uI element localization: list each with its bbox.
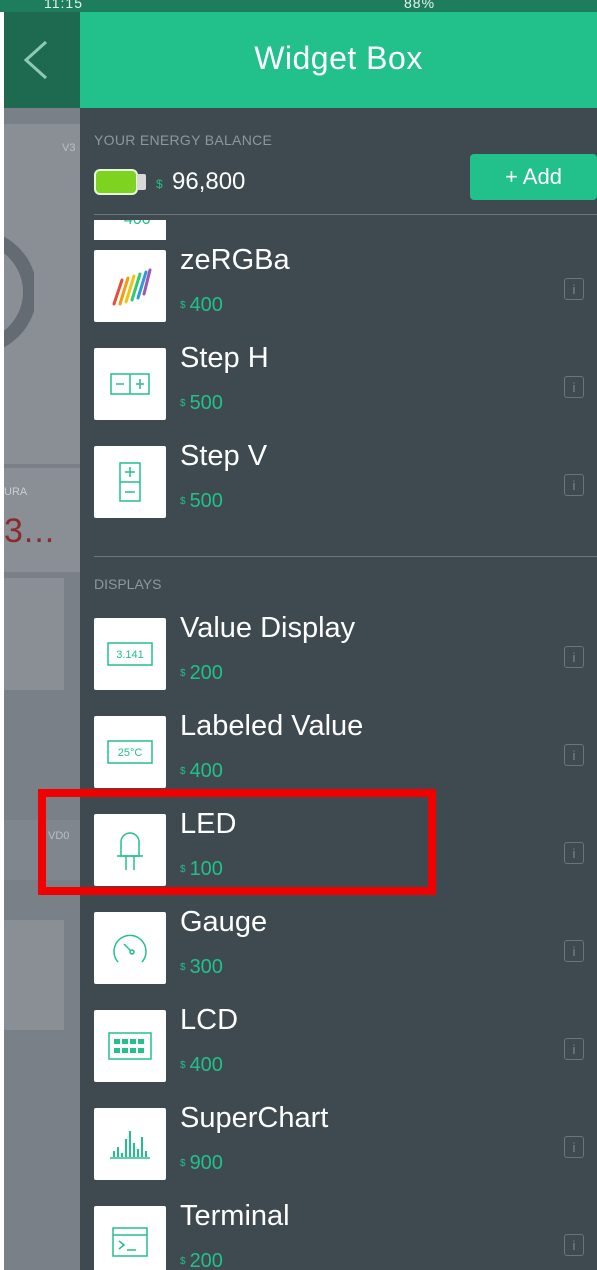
widget-name: LED bbox=[180, 808, 237, 840]
svg-text:3.141: 3.141 bbox=[116, 649, 144, 661]
currency-icon: $ bbox=[180, 668, 186, 680]
background-card bbox=[4, 578, 64, 690]
energy-balance-label: YOUR ENERGY BALANCE bbox=[94, 132, 273, 148]
background-label-v3: V3 bbox=[62, 142, 76, 154]
info-button[interactable]: i bbox=[564, 744, 584, 766]
divider bbox=[94, 214, 597, 215]
widget-item[interactable]: Step V $500 i bbox=[80, 440, 597, 536]
background-header bbox=[4, 12, 80, 108]
widget-item[interactable]: LCD $400 i bbox=[80, 1004, 597, 1100]
widget-name: Labeled Value bbox=[180, 710, 364, 742]
widget-item[interactable]: 25°C Labeled Value $400 i bbox=[80, 710, 597, 806]
background-label-ura: URA bbox=[4, 486, 28, 498]
info-button[interactable]: i bbox=[564, 842, 584, 864]
led-icon bbox=[94, 814, 166, 886]
currency-icon: $ bbox=[180, 864, 186, 876]
status-time: 11:15 bbox=[44, 0, 83, 11]
widget-item[interactable]: LED $100 i bbox=[80, 808, 597, 904]
info-button[interactable]: i bbox=[564, 376, 584, 398]
info-button[interactable]: i bbox=[564, 646, 584, 668]
svg-text:25°C: 25°C bbox=[118, 747, 143, 759]
widget-name: Gauge bbox=[180, 906, 268, 938]
widget-name: LCD bbox=[180, 1004, 239, 1036]
widget-price: $900 bbox=[180, 1152, 223, 1174]
background-card bbox=[4, 820, 80, 880]
coin-icon: $ bbox=[156, 177, 163, 191]
value-display-icon: 3.141 bbox=[94, 618, 166, 690]
labeled-value-icon: 25°C bbox=[94, 716, 166, 788]
background-dial-icon bbox=[4, 236, 34, 348]
lcd-icon bbox=[94, 1010, 166, 1082]
info-button[interactable]: i bbox=[564, 1136, 584, 1158]
widget-item[interactable]: Step H $500 i bbox=[80, 342, 597, 438]
step-h-icon bbox=[94, 348, 166, 420]
background-card bbox=[4, 920, 64, 1030]
widget-price: $500 bbox=[180, 490, 223, 512]
back-arrow-icon[interactable] bbox=[18, 36, 54, 84]
widget-price: $500 bbox=[180, 392, 223, 414]
widget-name: Terminal bbox=[180, 1200, 290, 1232]
currency-icon: $ bbox=[180, 962, 186, 974]
gauge-icon bbox=[94, 912, 166, 984]
info-button[interactable]: i bbox=[564, 1038, 584, 1060]
info-button[interactable]: i bbox=[564, 1234, 584, 1256]
status-battery: 88% bbox=[404, 0, 436, 11]
battery-icon bbox=[94, 169, 146, 195]
currency-icon: $ bbox=[180, 398, 186, 410]
widget-price: $400 bbox=[180, 294, 223, 316]
widget-price: $400 bbox=[180, 760, 223, 782]
section-label-displays: DISPLAYS bbox=[94, 576, 162, 592]
currency-icon: $ bbox=[180, 300, 186, 312]
background-app: V3 URA 3... VD0 bbox=[4, 12, 80, 1270]
widget-name: zeRGBa bbox=[180, 244, 290, 276]
widget-price: $400 bbox=[180, 1054, 223, 1076]
info-button[interactable]: i bbox=[564, 278, 584, 300]
widget-name: Value Display bbox=[180, 612, 356, 644]
divider bbox=[94, 556, 597, 557]
peek-item[interactable]: 400 bbox=[94, 220, 166, 240]
status-bar: 11:15 88% bbox=[0, 0, 597, 12]
widget-name: Step V bbox=[180, 440, 268, 472]
widget-item[interactable]: Terminal $200 i bbox=[80, 1200, 597, 1270]
currency-icon: $ bbox=[180, 1060, 186, 1072]
widget-price: $100 bbox=[180, 858, 223, 880]
drawer-title: Widget Box bbox=[254, 40, 423, 76]
widget-name: Step H bbox=[180, 342, 269, 374]
drawer-header: Widget Box bbox=[80, 12, 597, 108]
add-energy-button[interactable]: + Add bbox=[470, 154, 597, 200]
widget-name: SuperChart bbox=[180, 1102, 329, 1134]
info-button[interactable]: i bbox=[564, 940, 584, 962]
widget-price: $200 bbox=[180, 662, 223, 684]
step-v-icon bbox=[94, 446, 166, 518]
info-button[interactable]: i bbox=[564, 474, 584, 496]
energy-balance-value: 96,800 bbox=[172, 168, 246, 195]
widget-item[interactable]: Gauge $300 i bbox=[80, 906, 597, 1002]
peek-price: 400 bbox=[124, 220, 151, 229]
superchart-icon bbox=[94, 1108, 166, 1180]
svg-text:$: $ bbox=[156, 177, 163, 191]
widget-item[interactable]: SuperChart $900 i bbox=[80, 1102, 597, 1198]
currency-icon: $ bbox=[180, 1256, 186, 1268]
widget-price: $200 bbox=[180, 1250, 223, 1270]
currency-icon: $ bbox=[180, 496, 186, 508]
background-label-vd: VD0 bbox=[48, 830, 70, 842]
currency-icon: $ bbox=[180, 1158, 186, 1170]
zergba-icon bbox=[94, 250, 166, 322]
background-value: 3... bbox=[4, 512, 56, 550]
widget-box-drawer: Widget Box YOUR ENERGY BALANCE $ 96,800 … bbox=[80, 12, 597, 1270]
currency-icon: $ bbox=[180, 766, 186, 778]
widget-item[interactable]: 3.141 Value Display $200 i bbox=[80, 612, 597, 708]
terminal-icon bbox=[94, 1206, 166, 1270]
widget-price: $300 bbox=[180, 956, 223, 978]
widget-item[interactable]: zeRGBa $400 i bbox=[80, 244, 597, 340]
